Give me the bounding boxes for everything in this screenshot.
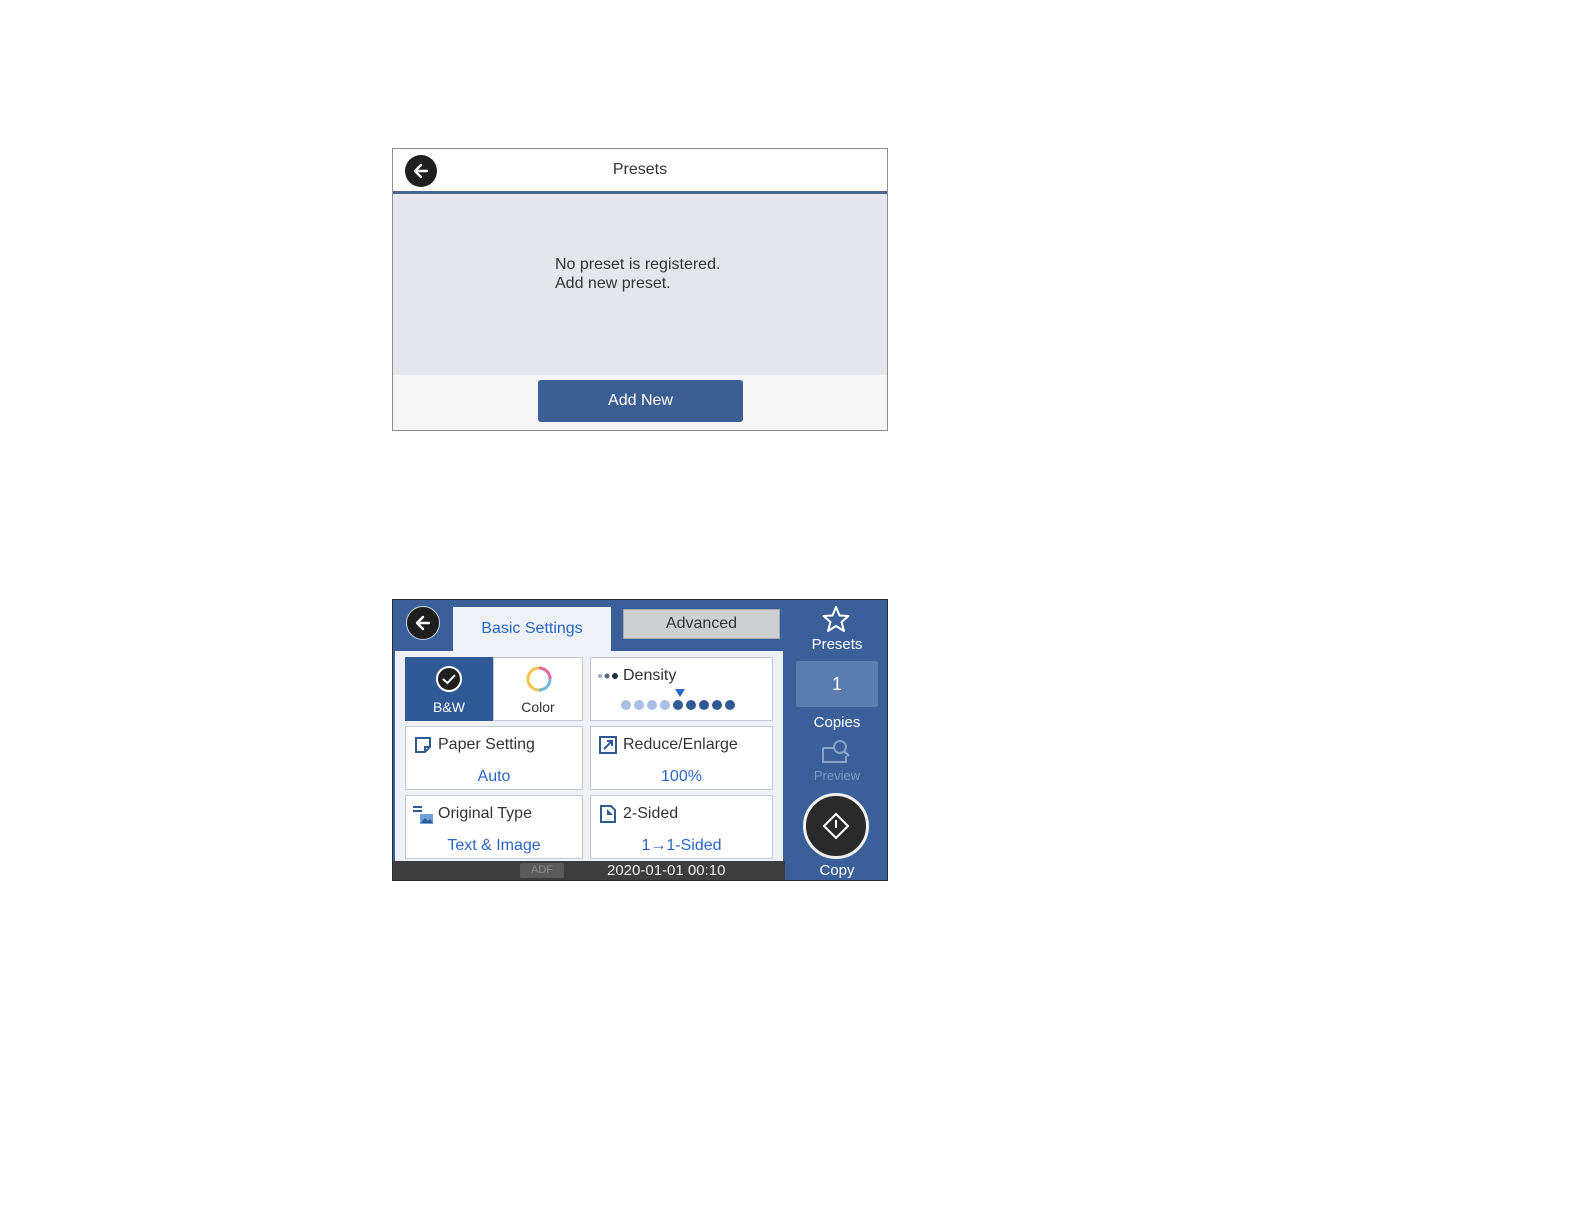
check-circle-icon [436,666,462,692]
empty-message: No preset is registered. Add new preset. [555,255,720,293]
density-dot[interactable] [686,700,696,710]
presets-footer: Add New [393,375,887,430]
density-scale[interactable] [621,700,735,710]
back-button[interactable] [406,606,440,640]
color-wheel-icon [526,666,552,692]
paper-setting-value: Auto [477,768,511,785]
bw-mode-button[interactable]: B&W [405,657,493,721]
density-label: Density [623,667,677,684]
two-sided-label: 2-Sided [623,805,679,822]
page-title: Presets [612,161,668,178]
density-control[interactable]: Density [590,657,773,721]
paper-setting-button[interactable]: Paper Setting Auto [405,726,583,790]
two-sided-icon [600,805,616,823]
two-sided-value: 1→1-Sided [641,837,722,854]
presets-screen: Presets No preset is registered. Add new… [392,148,888,431]
star-icon[interactable] [821,605,851,633]
datetime: 2020-01-01 00:10 [607,862,726,879]
density-dot[interactable] [647,700,657,710]
tab-basic-settings[interactable]: Basic Settings [453,607,611,651]
preview-icon[interactable] [820,738,852,766]
settings-panel: B&W Color Density Paper Setting Auto Red… [395,651,783,861]
copy-label: Copy [819,862,855,879]
paper-setting-label: Paper Setting [438,736,535,753]
density-dot[interactable] [634,700,644,710]
status-bar: ADF 2020-01-01 00:10 [393,861,785,880]
two-sided-button[interactable]: 2-Sided 1→1-Sided [590,795,773,859]
original-type-button[interactable]: Original Type Text & Image [405,795,583,859]
reduce-enlarge-value: 100% [661,768,702,785]
presets-header: Presets [393,149,887,194]
start-diamond-icon [822,812,850,840]
empty-message-line2: Add new preset. [555,275,671,292]
density-dot[interactable] [673,700,683,710]
reduce-enlarge-icon [599,736,617,754]
original-type-label: Original Type [438,805,532,822]
original-type-value: Text & Image [447,837,541,854]
bw-label: B&W [433,699,465,715]
density-marker-icon [675,689,685,697]
presets-label[interactable]: Presets [785,636,887,653]
density-dot[interactable] [699,700,709,710]
preview-label: Preview [813,768,861,783]
copies-input[interactable]: 1 [796,661,878,707]
reduce-enlarge-label: Reduce/Enlarge [623,736,738,753]
back-arrow-icon [415,615,431,631]
copy-start-button[interactable] [803,793,869,859]
paper-icon [415,737,431,753]
color-label: Color [521,699,555,715]
copy-screen: Basic Settings Advanced B&W Color Densit [392,599,888,881]
tab-advanced[interactable]: Advanced [623,609,780,639]
color-mode-button[interactable]: Color [493,657,583,721]
density-dot[interactable] [660,700,670,710]
empty-message-line1: No preset is registered. [555,256,721,273]
density-dot[interactable] [712,700,722,710]
density-dot[interactable] [725,700,735,710]
adf-indicator: ADF [520,863,564,878]
original-type-icon [413,806,433,824]
density-dot[interactable] [621,700,631,710]
copies-label: Copies [813,714,861,731]
add-new-button[interactable]: Add New [538,380,743,422]
reduce-enlarge-button[interactable]: Reduce/Enlarge 100% [590,726,773,790]
density-dots-icon [598,673,618,679]
